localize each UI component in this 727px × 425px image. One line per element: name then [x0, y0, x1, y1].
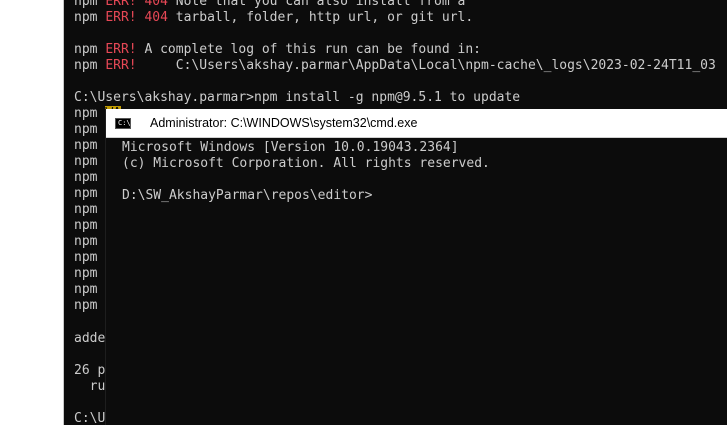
- error-code: 404: [144, 10, 168, 25]
- err-label: ERR!: [105, 10, 137, 25]
- version-line: Microsoft Windows [Version 10.0.19043.23…: [122, 140, 459, 155]
- title-bar[interactable]: C:\ Administrator: C:\WINDOWS\system32\c…: [106, 109, 727, 138]
- cmd-window[interactable]: C:\ Administrator: C:\WINDOWS\system32\c…: [105, 109, 727, 425]
- copyright-line: (c) Microsoft Corporation. All rights re…: [122, 156, 490, 171]
- err-label: ERR!: [105, 0, 137, 9]
- cmd-icon: C:\: [115, 118, 131, 129]
- npm-install-command: C:\Users\akshay.parmar>npm install -g np…: [74, 90, 521, 105]
- err-label: ERR!: [105, 58, 137, 73]
- command-prompt[interactable]: D:\SW_AkshayParmar\repos\editor>: [122, 188, 372, 204]
- console-line: npm ERR! A complete log of this run can …: [74, 42, 481, 57]
- error-code: 404: [144, 0, 168, 9]
- window-title: Administrator: C:\WINDOWS\system32\cmd.e…: [150, 116, 418, 130]
- err-label: ERR!: [105, 42, 137, 57]
- console-line: npm ERR! 404 tarball, folder, http url, …: [74, 10, 474, 25]
- console-line: npm ERR! C:\Users\akshay.parmar\AppData\…: [74, 58, 716, 73]
- console-line: npm ERR! 404 Note that you can also inst…: [74, 0, 465, 10]
